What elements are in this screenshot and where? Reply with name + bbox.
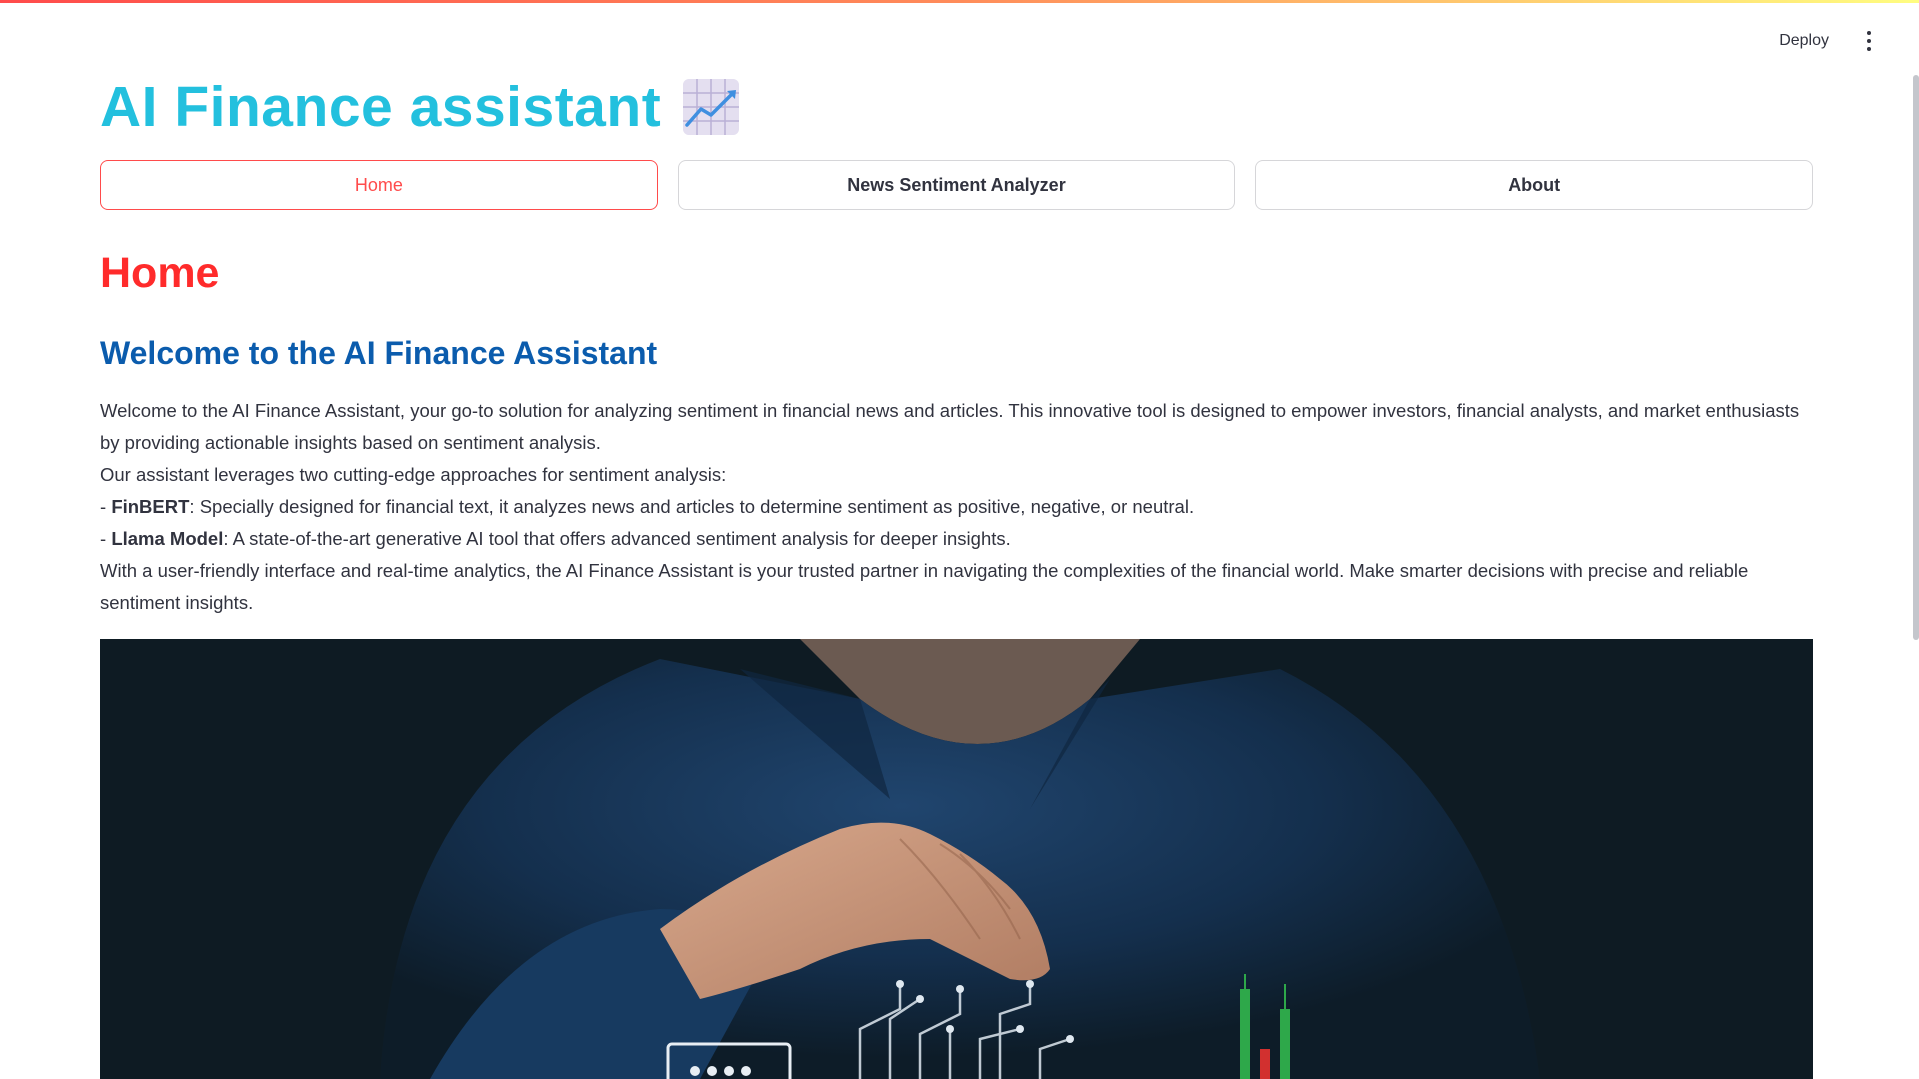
tab-home[interactable]: Home bbox=[100, 160, 658, 210]
top-decoration-bar bbox=[0, 0, 1919, 3]
scrollbar[interactable] bbox=[1913, 75, 1919, 640]
section-heading: Welcome to the AI Finance Assistant bbox=[100, 335, 658, 371]
list-text: : Specially designed for financial text,… bbox=[189, 496, 1195, 517]
deploy-button[interactable]: Deploy bbox=[1771, 28, 1837, 54]
page-title: Home bbox=[100, 249, 220, 297]
intro-text: Welcome to the AI Finance Assistant, you… bbox=[100, 395, 1813, 619]
nav-tabs: Home News Sentiment Analyzer About bbox=[100, 160, 1814, 210]
app-title-text: AI Finance assistant bbox=[100, 75, 662, 139]
list-item-llama: - Llama Model: A state-of-the-art genera… bbox=[100, 523, 1813, 555]
more-vertical-icon[interactable] bbox=[1859, 29, 1879, 53]
hero-image bbox=[100, 639, 1813, 1079]
intro-paragraph: Welcome to the AI Finance Assistant, you… bbox=[100, 400, 1800, 453]
header-toolbar: Deploy bbox=[1771, 28, 1879, 54]
list-prefix: - bbox=[100, 496, 112, 517]
tab-news-sentiment-analyzer[interactable]: News Sentiment Analyzer bbox=[677, 160, 1236, 210]
approaches-intro: Our assistant leverages two cutting-edge… bbox=[100, 464, 727, 485]
list-term: FinBERT bbox=[111, 496, 190, 517]
list-prefix: - bbox=[100, 528, 112, 549]
tab-about[interactable]: About bbox=[1255, 160, 1814, 210]
list-item-finbert: - FinBERT: Specially designed for financ… bbox=[100, 491, 1813, 523]
main-content: AI Finance assistant Home News Sentiment… bbox=[100, 60, 1814, 619]
list-term: Llama Model bbox=[111, 528, 224, 549]
chart-increasing-icon bbox=[683, 79, 740, 135]
closing-paragraph: With a user-friendly interface and real-… bbox=[100, 560, 1749, 613]
list-text: : A state-of-the-art generative AI tool … bbox=[223, 528, 1011, 549]
app-title: AI Finance assistant bbox=[100, 72, 1813, 142]
